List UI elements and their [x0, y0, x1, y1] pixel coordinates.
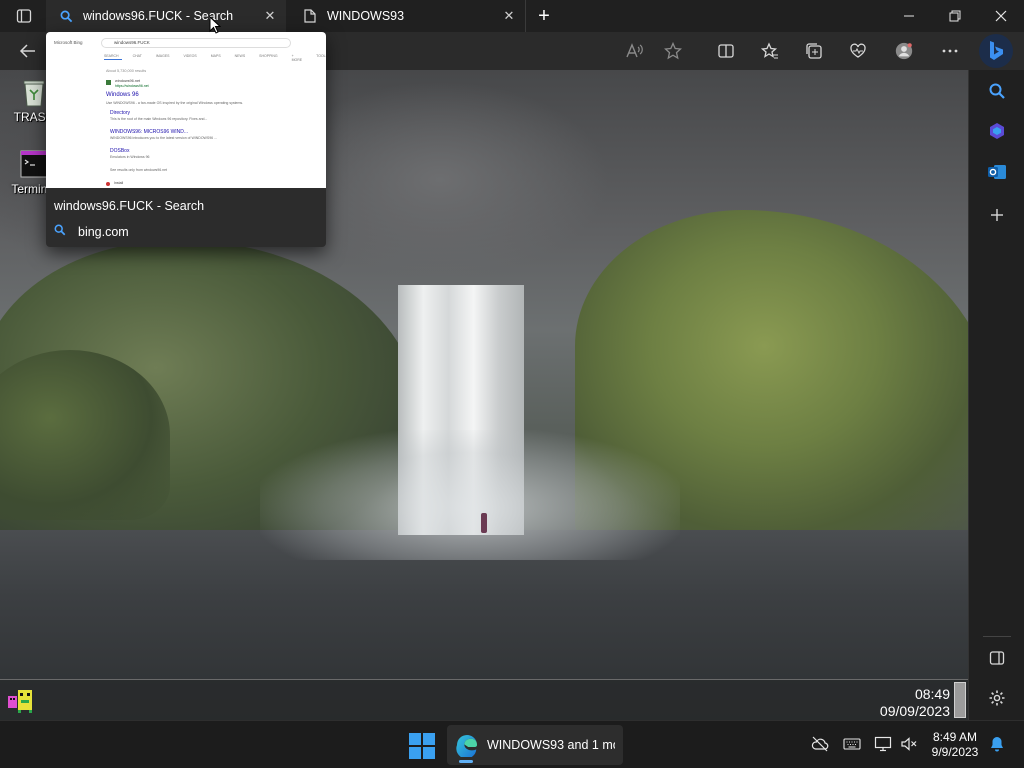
- minimize-button[interactable]: [886, 0, 932, 32]
- search-icon: [54, 224, 70, 239]
- landscape-mist: [260, 430, 680, 560]
- new-tab-button[interactable]: +: [532, 4, 556, 28]
- tab-actions-icon: [16, 9, 32, 23]
- edge-icon: [456, 735, 477, 757]
- search-icon: [58, 8, 74, 24]
- system-clock[interactable]: 8:49 AM 9/9/2023: [924, 730, 986, 760]
- tray-volume-button[interactable]: [898, 733, 920, 755]
- landscape-person: [481, 513, 487, 533]
- sidebar-panel-icon: [989, 651, 1005, 665]
- windows93-scroll-handle[interactable]: [954, 682, 966, 718]
- windows-taskbar: WINDOWS93 and 1 more 8:49 AM 9/9/2023: [0, 720, 1024, 768]
- tab-title: windows96.FUCK - Search: [83, 9, 234, 23]
- preview-title: windows96.FUCK - Search: [54, 199, 205, 213]
- taskbar-edge-label: WINDOWS93 and 1 more: [487, 738, 615, 752]
- tab-actions-button[interactable]: [10, 6, 38, 26]
- start-button[interactable]: [409, 733, 435, 759]
- windows-logo-icon: [409, 733, 421, 745]
- preview-site: bing.com: [54, 224, 129, 239]
- monitor-icon: [874, 736, 892, 752]
- tray-display-button[interactable]: [872, 733, 894, 755]
- browser-essentials-button[interactable]: [844, 37, 872, 65]
- collections-icon: [806, 43, 822, 59]
- ellipsis-icon: [942, 49, 958, 53]
- windows93-start-button[interactable]: [6, 686, 38, 714]
- restore-icon: [949, 10, 961, 22]
- tray-keyboard-button[interactable]: [841, 733, 863, 755]
- close-window-button[interactable]: [978, 0, 1024, 32]
- thumb-brand: Microsoft Bing: [54, 40, 83, 45]
- windows93-clock: 08:49 09/09/2023: [880, 686, 950, 720]
- bing-icon: [990, 41, 1003, 60]
- star-icon: [664, 42, 682, 60]
- tab-hover-preview: Microsoft Bing windows96.FUCK SEARCH CHAT…: [46, 32, 326, 247]
- preview-site-label: bing.com: [78, 224, 129, 239]
- sidebar-copilot-button[interactable]: [983, 117, 1011, 145]
- close-icon: [995, 10, 1007, 22]
- plus-icon: [991, 209, 1003, 221]
- preview-thumbnail: Microsoft Bing windows96.FUCK SEARCH CHAT…: [46, 32, 326, 188]
- close-tab-icon[interactable]: ✕: [499, 6, 519, 26]
- windows93-logo-icon: [8, 690, 32, 713]
- read-aloud-button[interactable]: [620, 37, 648, 65]
- windows93-clock-date: 09/09/2023: [879, 703, 950, 719]
- profile-button[interactable]: [890, 37, 918, 65]
- back-button[interactable]: [14, 37, 42, 65]
- active-indicator: [459, 760, 473, 763]
- edge-sidebar: [968, 70, 1024, 720]
- bing-chat-button[interactable]: [979, 34, 1013, 68]
- gear-icon: [989, 690, 1005, 706]
- sidebar-add-button[interactable]: [983, 201, 1011, 229]
- sidebar-settings-button[interactable]: [983, 684, 1011, 712]
- system-date: 9/9/2023: [931, 745, 979, 759]
- sidebar-outlook-button[interactable]: [983, 158, 1011, 186]
- thumb-query: windows96.FUCK: [114, 40, 150, 45]
- collections-button[interactable]: [800, 37, 828, 65]
- close-tab-icon[interactable]: ✕: [260, 6, 280, 26]
- keyboard-icon: [843, 738, 861, 750]
- tray-network-button[interactable]: [809, 733, 831, 755]
- read-aloud-icon: [626, 43, 643, 58]
- mouse-cursor-icon: [209, 16, 221, 34]
- search-icon: [989, 83, 1005, 99]
- minimize-icon: [904, 15, 914, 17]
- notification-button[interactable]: [986, 733, 1008, 755]
- split-screen-button[interactable]: [712, 37, 740, 65]
- favorite-star-button[interactable]: [659, 37, 687, 65]
- volume-muted-icon: [901, 737, 917, 751]
- back-arrow-icon: [19, 44, 35, 58]
- tab-search[interactable]: windows96.FUCK - Search ✕: [46, 0, 286, 32]
- split-screen-icon: [718, 44, 734, 58]
- favorites-button[interactable]: [756, 37, 784, 65]
- windows93-taskbar: 08:49 09/09/2023: [0, 679, 968, 720]
- bell-icon: [991, 737, 1003, 752]
- windows93-clock-time: 08:49: [914, 686, 950, 702]
- more-options-button[interactable]: [936, 37, 964, 65]
- cloud-off-icon: [811, 736, 829, 752]
- avatar-icon: [895, 42, 913, 60]
- sidebar-search-button[interactable]: [983, 77, 1011, 105]
- system-time: 8:49 AM: [932, 730, 978, 744]
- tab-windows93[interactable]: WINDOWS93 ✕: [290, 0, 526, 32]
- sidebar-divider: [983, 636, 1011, 637]
- taskbar-edge-button[interactable]: WINDOWS93 and 1 more: [447, 725, 623, 765]
- heart-pulse-icon: [850, 43, 866, 58]
- tab-strip: windows96.FUCK - Search ✕ WINDOWS93 ✕ +: [0, 0, 1024, 32]
- outlook-icon: [988, 165, 1006, 179]
- favorites-icon: [761, 42, 778, 59]
- tab-title: WINDOWS93: [327, 9, 405, 23]
- restore-button[interactable]: [932, 0, 978, 32]
- thumb-nav: SEARCH CHAT IMAGES VIDEOS MAPS NEWS SHOPPING + …: [104, 54, 326, 62]
- page-icon: [302, 8, 318, 24]
- sidebar-hide-button[interactable]: [983, 644, 1011, 672]
- copilot-icon: [990, 123, 1004, 139]
